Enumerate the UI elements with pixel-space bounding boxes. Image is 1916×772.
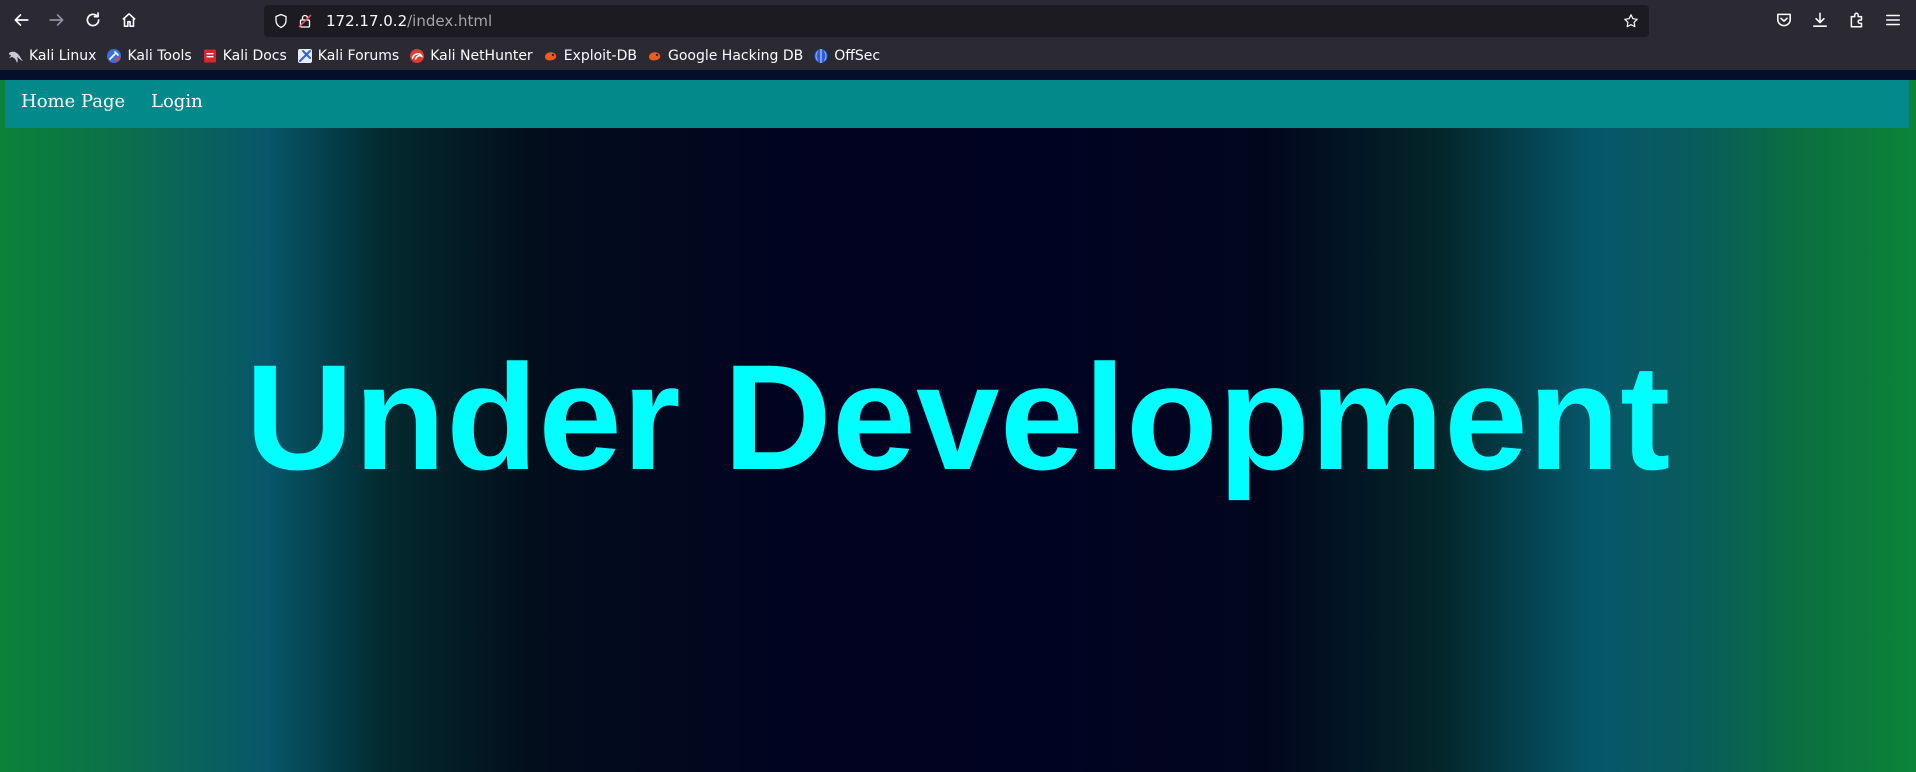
kali-forums-icon	[297, 48, 312, 63]
bookmark-label: Exploit-DB	[563, 47, 637, 64]
bookmark-kali-nethunter[interactable]: Kali NetHunter	[409, 44, 533, 68]
bookmark-offsec[interactable]: OffSec	[813, 44, 880, 68]
url-text[interactable]: 172.17.0.2/index.html	[326, 12, 492, 30]
page-viewport: Home Page Login Under Development	[0, 70, 1916, 772]
bookmark-label: Kali Docs	[222, 47, 287, 64]
back-button[interactable]	[6, 5, 36, 35]
download-icon	[1813, 12, 1827, 27]
downloads-button[interactable]	[1805, 5, 1835, 35]
forward-arrow-icon	[49, 14, 64, 26]
under-development-heading: Under Development	[245, 333, 1671, 501]
hamburger-menu-icon	[1886, 14, 1900, 26]
bookmark-label: OffSec	[834, 47, 881, 64]
bookmark-label: Google Hacking DB	[667, 47, 804, 64]
url-path: /index.html	[407, 12, 493, 30]
kali-dragon-icon	[9, 51, 23, 63]
insecure-lock-icon[interactable]	[296, 12, 314, 30]
back-arrow-icon	[14, 14, 29, 26]
tracking-protection-shield-icon[interactable]	[272, 12, 290, 30]
home-icon	[122, 13, 136, 27]
forward-button[interactable]	[42, 5, 72, 35]
kali-nethunter-icon	[410, 48, 425, 63]
pocket-icon	[1777, 13, 1791, 27]
bookmark-star-icon[interactable]	[1622, 12, 1640, 30]
bookmark-kali-linux[interactable]: Kali Linux	[8, 44, 96, 68]
site-navbar: Home Page Login	[5, 80, 1909, 128]
bookmark-label: Kali NetHunter	[430, 47, 533, 64]
url-bar[interactable]: 172.17.0.2/index.html	[264, 5, 1649, 37]
reload-icon	[86, 12, 100, 27]
google-hacking-db-icon	[648, 51, 661, 60]
url-host: 172.17.0.2	[326, 12, 408, 30]
home-button[interactable]	[114, 5, 144, 35]
pocket-button[interactable]	[1769, 5, 1799, 35]
bookmark-google-hacking-db[interactable]: Google Hacking DB	[647, 44, 803, 68]
exploit-db-icon	[544, 51, 556, 60]
reload-button[interactable]	[78, 5, 108, 35]
app-menu-button[interactable]	[1878, 5, 1908, 35]
browser-toolbar: 172.17.0.2/index.html	[0, 0, 1916, 41]
bookmark-label: Kali Forums	[317, 47, 400, 64]
bookmark-kali-forums[interactable]: Kali Forums	[297, 44, 399, 68]
bookmark-label: Kali Linux	[29, 47, 97, 64]
kali-docs-icon	[203, 49, 216, 62]
offsec-icon	[814, 48, 828, 63]
bookmark-label: Kali Tools	[127, 47, 192, 64]
bookmark-kali-docs[interactable]: Kali Docs	[202, 44, 287, 68]
nav-link-home-page[interactable]: Home Page	[21, 91, 125, 112]
puzzle-piece-icon	[1850, 12, 1863, 28]
extensions-button[interactable]	[1842, 5, 1872, 35]
nav-link-login[interactable]: Login	[151, 91, 203, 112]
kali-tools-icon	[107, 48, 122, 63]
bookmarks-toolbar: Kali Linux Kali Tools Kali Docs Kali For…	[0, 41, 1916, 70]
bookmark-kali-tools[interactable]: Kali Tools	[106, 44, 192, 68]
bookmark-exploit-db[interactable]: Exploit-DB	[543, 44, 637, 68]
